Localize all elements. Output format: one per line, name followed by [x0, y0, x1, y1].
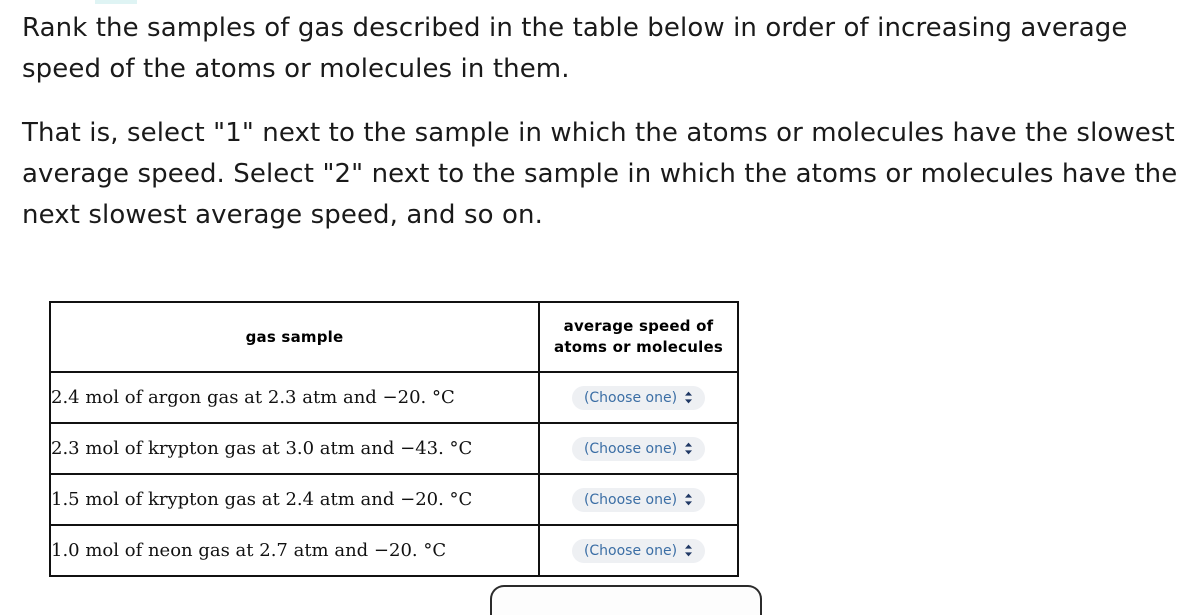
average-speed-cell: (Choose one): [538, 422, 739, 475]
speed-rank-select-4-label: (Choose one): [583, 542, 678, 559]
average-speed-cell: (Choose one): [538, 524, 739, 577]
prompt-paragraph-2: That is, select "1" next to the sample i…: [22, 118, 1178, 230]
chevron-up-down-icon: [684, 391, 693, 404]
gas-sample-description: 2.4 mol of argon gas at 2.3 atm and −20.…: [49, 371, 540, 424]
chevron-up-down-icon: [684, 493, 693, 506]
speed-rank-select-4[interactable]: (Choose one): [571, 538, 706, 563]
speed-rank-select-2-label: (Choose one): [583, 440, 678, 457]
partially-visible-button-below-table[interactable]: [490, 585, 762, 615]
table-row: 1.5 mol of krypton gas at 2.4 atm and −2…: [49, 473, 739, 526]
column-header-average-speed: average speed of atoms or molecules: [538, 301, 739, 373]
column-header-gas-sample: gas sample: [49, 301, 540, 373]
gas-sample-description: 2.3 mol of krypton gas at 3.0 atm and −4…: [49, 422, 540, 475]
column-header-average-speed-line1: average speed of: [563, 317, 714, 335]
table-body: 2.4 mol of argon gas at 2.3 atm and −20.…: [49, 371, 739, 577]
table-row: 1.0 mol of neon gas at 2.7 atm and −20. …: [49, 524, 739, 577]
gas-sample-table: gas sample average speed of atoms or mol…: [49, 301, 739, 577]
gas-sample-description: 1.5 mol of krypton gas at 2.4 atm and −2…: [49, 473, 540, 526]
column-header-average-speed-line2: atoms or molecules: [554, 338, 723, 356]
speed-rank-select-2[interactable]: (Choose one): [571, 436, 706, 461]
average-speed-cell: (Choose one): [538, 473, 739, 526]
average-speed-cell: (Choose one): [538, 371, 739, 424]
speed-rank-select-1[interactable]: (Choose one): [571, 385, 706, 410]
gas-sample-description: 1.0 mol of neon gas at 2.7 atm and −20. …: [49, 524, 540, 577]
question-prompt: Rank the samples of gas described in the…: [22, 8, 1190, 236]
chevron-up-down-icon: [684, 442, 693, 455]
table-row: 2.4 mol of argon gas at 2.3 atm and −20.…: [49, 371, 739, 424]
table-row: 2.3 mol of krypton gas at 3.0 atm and −4…: [49, 422, 739, 475]
top-edge-artifact: [95, 0, 137, 4]
chevron-up-down-icon: [684, 544, 693, 557]
question-page: Rank the samples of gas described in the…: [0, 0, 1200, 615]
column-header-gas-sample-label: gas sample: [245, 327, 344, 346]
speed-rank-select-3-label: (Choose one): [583, 491, 678, 508]
table-header-row: gas sample average speed of atoms or mol…: [49, 301, 739, 373]
speed-rank-select-1-label: (Choose one): [583, 389, 678, 406]
speed-rank-select-3[interactable]: (Choose one): [571, 487, 706, 512]
table-header: gas sample average speed of atoms or mol…: [49, 301, 739, 373]
prompt-paragraph-1: Rank the samples of gas described in the…: [22, 13, 1128, 84]
